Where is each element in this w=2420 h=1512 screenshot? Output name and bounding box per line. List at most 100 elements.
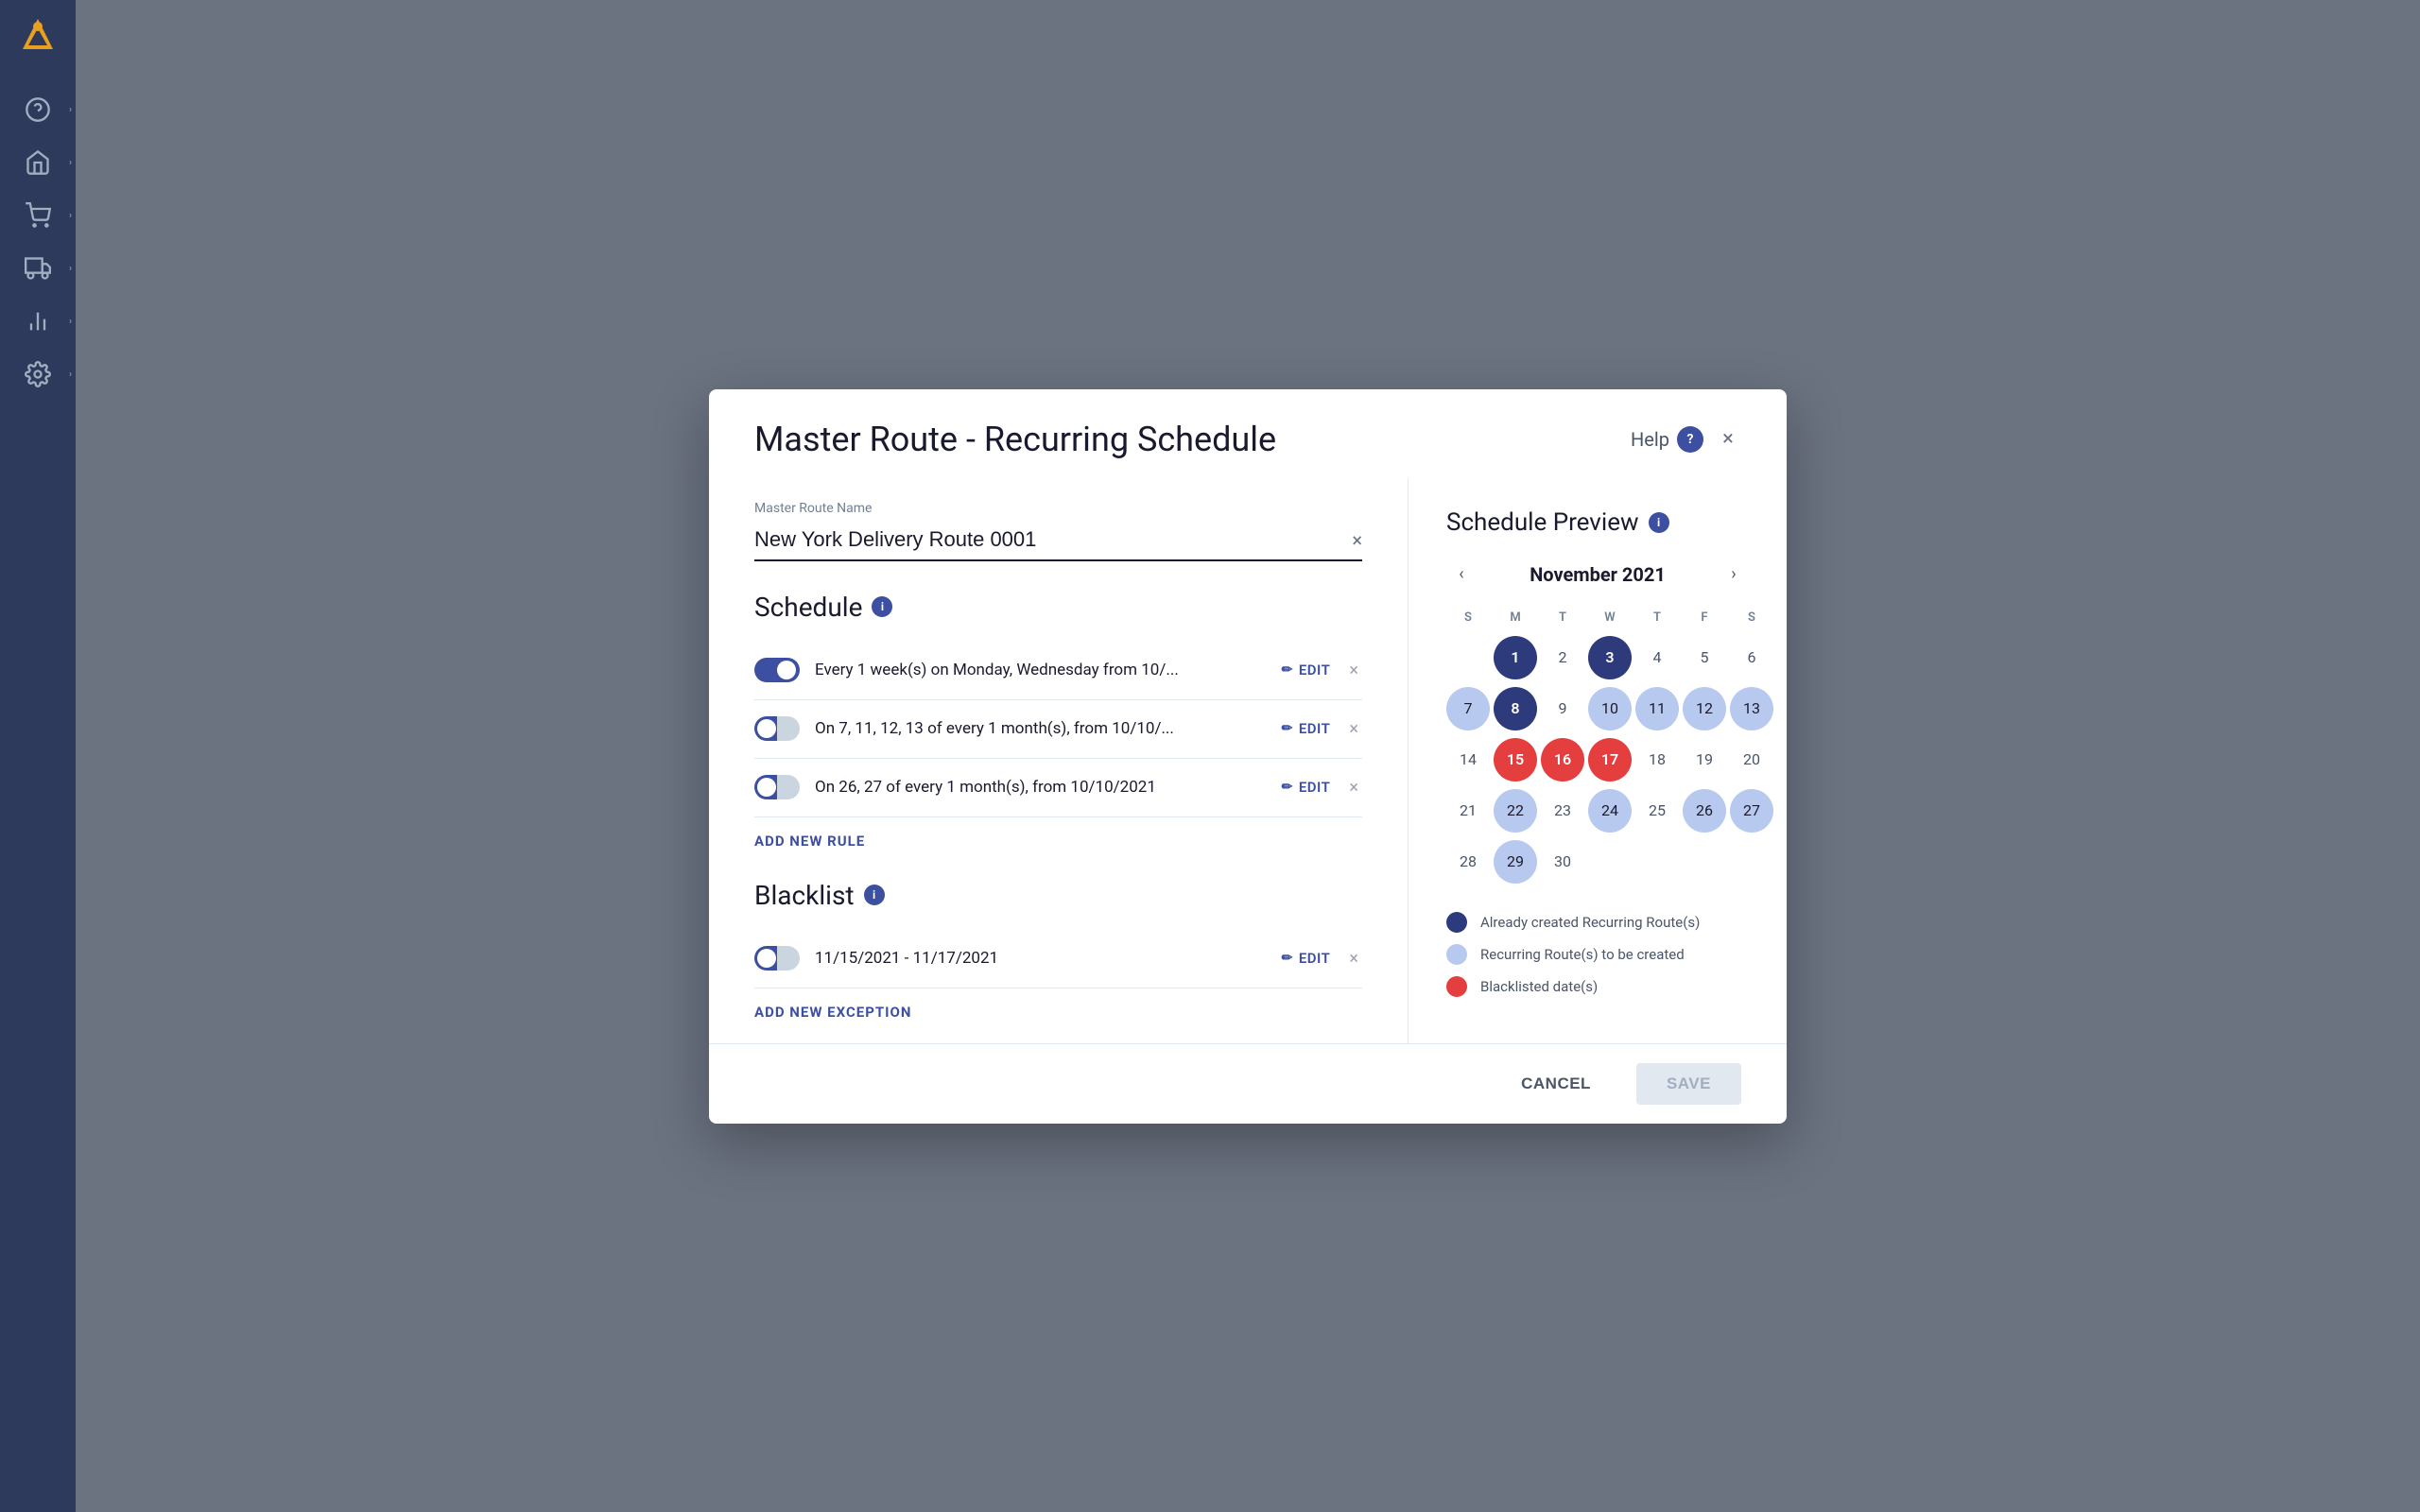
sidebar-item-settings[interactable]: ›	[0, 348, 76, 401]
route-name-label: Master Route Name	[754, 501, 1362, 516]
exception-1-text: 11/15/2021 - 11/17/2021	[815, 949, 1267, 968]
calendar-month: November 2021	[1530, 563, 1666, 586]
cal-day-22[interactable]: 22	[1494, 789, 1537, 833]
schedule-section-header: Schedule i	[754, 592, 1362, 623]
field-clear-icon[interactable]: ×	[1352, 528, 1362, 551]
blacklist-section-header: Blacklist i	[754, 880, 1362, 911]
pencil-icon: ✏	[1282, 780, 1293, 795]
cal-day-14[interactable]: 14	[1446, 738, 1490, 782]
cal-day-7[interactable]: 7	[1446, 687, 1490, 730]
cal-day-11[interactable]: 11	[1635, 687, 1679, 730]
schedule-info-icon[interactable]: i	[872, 596, 892, 617]
exception-1-edit-button[interactable]: ✏ EDIT	[1282, 950, 1331, 967]
cal-day-5[interactable]: 5	[1683, 636, 1726, 679]
cal-day-12[interactable]: 12	[1683, 687, 1726, 730]
sidebar-item-fleet[interactable]: ›	[0, 242, 76, 295]
chevron-icon: ›	[69, 105, 72, 115]
cal-day-17[interactable]: 17	[1588, 738, 1632, 782]
rule-2-edit-button[interactable]: ✏ EDIT	[1282, 720, 1331, 737]
rule-3-edit-button[interactable]: ✏ EDIT	[1282, 779, 1331, 796]
day-header-tue: T	[1541, 605, 1584, 630]
day-header-sun: S	[1446, 605, 1490, 630]
cal-day-2[interactable]: 2	[1541, 636, 1584, 679]
day-header-fri: F	[1683, 605, 1726, 630]
modal-header: Master Route - Recurring Schedule Help ?…	[709, 389, 1787, 478]
rule-3-delete-button[interactable]: ×	[1345, 774, 1362, 801]
cal-day-26[interactable]: 26	[1683, 789, 1726, 833]
cal-day-10[interactable]: 10	[1588, 687, 1632, 730]
cal-day-24[interactable]: 24	[1588, 789, 1632, 833]
route-name-input[interactable]	[754, 524, 1362, 561]
cal-day-20[interactable]: 20	[1730, 738, 1773, 782]
preview-title: Schedule Preview	[1446, 508, 1639, 537]
legend-label-red: Blacklisted date(s)	[1480, 978, 1598, 995]
right-panel: Schedule Preview i ‹ November 2021 › S M…	[1409, 478, 1787, 1043]
rule-2-toggle[interactable]	[754, 716, 800, 741]
save-button[interactable]: SAVE	[1636, 1063, 1741, 1105]
legend-item-dark-blue: Already created Recurring Route(s)	[1446, 912, 1749, 933]
cal-day-27[interactable]: 27	[1730, 789, 1773, 833]
preview-info-icon[interactable]: i	[1649, 512, 1669, 533]
help-button[interactable]: Help ?	[1631, 426, 1703, 453]
exception-1-toggle[interactable]	[754, 946, 800, 971]
prev-month-button[interactable]: ‹	[1446, 559, 1477, 590]
chevron-icon: ›	[69, 264, 72, 274]
close-button[interactable]: ×	[1715, 426, 1741, 453]
rule-row-2: On 7, 11, 12, 13 of every 1 month(s), fr…	[754, 700, 1362, 759]
legend-dot-red	[1446, 976, 1467, 997]
sidebar-item-help[interactable]: ›	[0, 83, 76, 136]
cal-day-18[interactable]: 18	[1635, 738, 1679, 782]
rule-1-edit-button[interactable]: ✏ EDIT	[1282, 662, 1331, 679]
help-icon: ?	[1677, 426, 1703, 453]
cal-day-3[interactable]: 3	[1588, 636, 1632, 679]
edit-label: EDIT	[1299, 779, 1331, 796]
sidebar-item-orders[interactable]: ›	[0, 189, 76, 242]
day-header-sat: S	[1730, 605, 1773, 630]
rule-row-3: On 26, 27 of every 1 month(s), from 10/1…	[754, 759, 1362, 817]
cal-day-25[interactable]: 25	[1635, 789, 1679, 833]
rule-2-text: On 7, 11, 12, 13 of every 1 month(s), fr…	[815, 719, 1267, 738]
sidebar: › › › › › ›	[0, 0, 76, 1512]
cal-day-21[interactable]: 21	[1446, 789, 1490, 833]
modal-footer: CANCEL SAVE	[709, 1043, 1787, 1124]
cal-day-15[interactable]: 15	[1494, 738, 1537, 782]
rule-3-toggle[interactable]	[754, 775, 800, 799]
blacklist-info-icon[interactable]: i	[864, 885, 885, 905]
sidebar-item-routes[interactable]: ›	[0, 136, 76, 189]
calendar-legend: Already created Recurring Route(s) Recur…	[1446, 912, 1749, 997]
day-header-wed: W	[1588, 605, 1632, 630]
legend-item-light-blue: Recurring Route(s) to be created	[1446, 944, 1749, 965]
sidebar-logo[interactable]	[15, 15, 60, 64]
cal-day-28[interactable]: 28	[1446, 840, 1490, 884]
next-month-button[interactable]: ›	[1719, 559, 1749, 590]
rule-1-delete-button[interactable]: ×	[1345, 657, 1362, 684]
cal-day-19[interactable]: 19	[1683, 738, 1726, 782]
rule-1-toggle[interactable]	[754, 658, 800, 682]
modal: Master Route - Recurring Schedule Help ?…	[709, 389, 1787, 1124]
cal-day-30[interactable]: 30	[1541, 840, 1584, 884]
cal-day-23[interactable]: 23	[1541, 789, 1584, 833]
cal-day-9[interactable]: 9	[1541, 687, 1584, 730]
cal-day-13[interactable]: 13	[1730, 687, 1773, 730]
cal-day-4[interactable]: 4	[1635, 636, 1679, 679]
pencil-icon: ✏	[1282, 721, 1293, 736]
cancel-button[interactable]: CANCEL	[1491, 1063, 1621, 1105]
cal-day-empty-4	[1683, 840, 1726, 884]
legend-dot-dark-blue	[1446, 912, 1467, 933]
cal-day-16[interactable]: 16	[1541, 738, 1584, 782]
exception-1-delete-button[interactable]: ×	[1345, 945, 1362, 972]
cal-day-empty-1	[1446, 636, 1490, 679]
help-label: Help	[1631, 428, 1669, 451]
add-exception-button[interactable]: ADD NEW EXCEPTION	[754, 1004, 911, 1021]
cal-day-1[interactable]: 1	[1494, 636, 1537, 679]
cal-day-6[interactable]: 6	[1730, 636, 1773, 679]
cal-day-29[interactable]: 29	[1494, 840, 1537, 884]
cal-day-8[interactable]: 8	[1494, 687, 1537, 730]
schedule-title: Schedule	[754, 592, 862, 623]
add-rule-button[interactable]: ADD NEW RULE	[754, 833, 865, 850]
legend-dot-light-blue	[1446, 944, 1467, 965]
cal-day-empty-2	[1588, 840, 1632, 884]
rule-2-delete-button[interactable]: ×	[1345, 715, 1362, 743]
sidebar-item-analytics[interactable]: ›	[0, 295, 76, 348]
day-header-mon: M	[1494, 605, 1537, 630]
